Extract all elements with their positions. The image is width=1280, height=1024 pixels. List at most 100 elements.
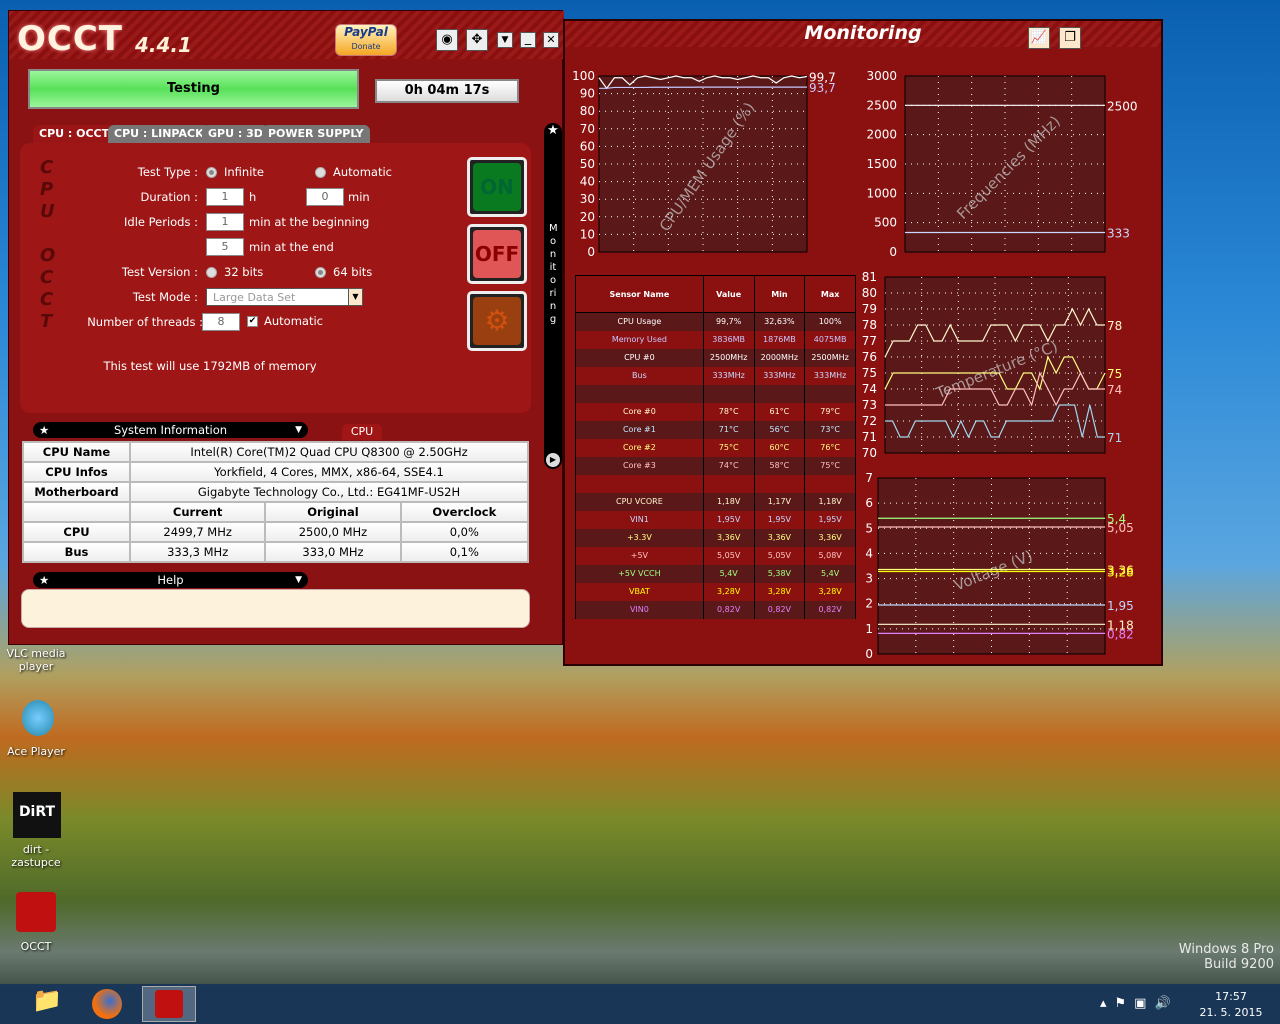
on-button[interactable]: ON [467, 157, 527, 217]
tab-cpu-info[interactable]: CPU [342, 424, 382, 440]
close-icon[interactable]: ✕ [543, 32, 559, 48]
monitoring-window: Monitoring 📈 ❐ Sensor Name Value Min Max… [563, 19, 1163, 666]
star-icon: ★ [39, 423, 50, 437]
camera-icon[interactable]: ◉ [436, 29, 458, 51]
table-row: CPU 2499,7 MHz 2500,0 MHz 0,0% [22, 521, 530, 543]
row-value: Intel(R) Core(TM)2 Quad CPU Q8300 @ 2.50… [129, 441, 529, 463]
threads-input[interactable]: 8 [202, 313, 240, 331]
hours-input[interactable]: 1 [206, 188, 244, 206]
side-letter: C [40, 157, 54, 178]
end-value-label: 78 [1107, 319, 1122, 333]
clock[interactable]: 17:57 21. 5. 2015 [1196, 989, 1266, 1021]
y-tick-label: 20 [580, 210, 595, 224]
dirt-icon: DiRT [13, 792, 61, 838]
threads-auto-checkbox[interactable]: ✔ [247, 316, 258, 327]
firefox-icon[interactable] [80, 986, 134, 1022]
y-tick-label: 3000 [866, 69, 897, 83]
chevron-down-icon[interactable]: ▼ [348, 289, 362, 305]
end-value-label: 0,82 [1107, 627, 1134, 641]
threads-label: Number of threads : [87, 315, 203, 329]
title-bar[interactable]: OCCT 4.4.1 PayPal Donate ◉ ✥ ▼ _ ✕ [9, 11, 564, 59]
side-letter: C [40, 289, 54, 310]
taskbar: 📁 ▴⚑▣🔊 17:57 21. 5. 2015 [0, 984, 1280, 1024]
tab-power-supply[interactable]: POWER SUPPLY [262, 125, 370, 143]
mode-label: Test Mode : [132, 290, 198, 304]
move-icon[interactable]: ✥ [466, 29, 488, 51]
y-tick-label: 4 [865, 546, 873, 560]
idle-begin-input[interactable]: 1 [206, 213, 244, 231]
off-button[interactable]: OFF [467, 224, 527, 284]
y-tick-label: 10 [580, 227, 595, 241]
y-tick-label: 5 [865, 521, 873, 535]
y-tick-label: 1500 [866, 157, 897, 171]
y-tick-label: 30 [580, 192, 595, 206]
minutes-input[interactable]: 0 [306, 188, 344, 206]
threads-auto-label: Automatic [264, 314, 323, 328]
cell: 2500,0 MHz [264, 521, 402, 543]
dropdown-icon[interactable]: ▼ [497, 32, 513, 48]
tab-cpu-occt[interactable]: CPU : OCCT [33, 125, 116, 143]
end-value-label: 2500 [1107, 99, 1138, 113]
y-tick-label: 70 [580, 122, 595, 136]
y-tick-label: 90 [580, 87, 595, 101]
minimize-icon[interactable]: _ [520, 32, 536, 48]
radio-infinite[interactable] [206, 167, 217, 178]
y-tick-label: 80 [580, 104, 595, 118]
y-tick-label: 71 [862, 430, 877, 444]
32bits-label: 32 bits [224, 265, 264, 279]
paypal-donate-button[interactable]: PayPal Donate [335, 24, 397, 56]
row-label: CPU Name [22, 441, 131, 463]
elapsed-timer: 0h 04m 17s [375, 79, 519, 103]
tab-gpu-3d[interactable]: GPU : 3D [202, 125, 269, 143]
occt-taskbar-button[interactable] [142, 986, 196, 1022]
idle-begin-text: min at the beginning [249, 215, 370, 229]
y-tick-label: 60 [580, 139, 595, 153]
desktop-icon-ace-player[interactable]: Ace Player [1, 745, 71, 758]
desktop-icon-dirt[interactable]: dirt - zastupce [1, 843, 71, 869]
chevron-down-icon[interactable]: ▼ [295, 572, 302, 588]
header-cell [22, 501, 131, 523]
arrow-right-icon[interactable]: ▶ [546, 453, 560, 467]
y-tick-label: 0 [587, 245, 595, 259]
tray-icons[interactable]: ▴⚑▣🔊 [1100, 996, 1179, 1011]
monitoring-charts: 0102030405060708090100CPU/MEM Usage (%)9… [572, 69, 1138, 661]
row-label: Motherboard [22, 481, 131, 503]
occt-logo: OCCT [17, 19, 123, 59]
64bits-label: 64 bits [333, 265, 373, 279]
table-row: CPU Name Intel(R) Core(TM)2 Quad CPU Q830… [22, 441, 529, 463]
idle-end-input[interactable]: 5 [206, 238, 244, 256]
y-tick-label: 50 [580, 157, 595, 171]
end-value-label: 1,95 [1107, 599, 1134, 613]
side-letter: P [40, 179, 54, 200]
monitoring-toggle-strip[interactable]: ★ Monitoring ▶ [544, 123, 562, 469]
help-bar[interactable]: ★ Help ▼ [33, 572, 308, 588]
file-explorer-icon[interactable]: 📁 [20, 986, 74, 1022]
minutes-unit: min [348, 190, 370, 204]
table-header-row: Current Original Overclock [22, 501, 530, 523]
star-icon: ★ [39, 573, 50, 587]
test-mode-select[interactable]: Large Data Set ▼ [206, 288, 363, 306]
windows-watermark: Windows 8 Pro Build 9200 [1178, 942, 1274, 972]
end-value-label: 333 [1107, 226, 1130, 240]
tab-cpu-linpack[interactable]: CPU : LINPACK [108, 125, 210, 143]
settings-button[interactable]: ⚙ [467, 291, 527, 351]
system-info-title: System Information [113, 423, 228, 437]
y-tick-label: 80 [862, 286, 877, 300]
radio-32bits[interactable] [206, 267, 217, 278]
radio-automatic[interactable] [315, 167, 326, 178]
desktop-icon-vlc[interactable]: VLC media player [1, 647, 71, 673]
y-tick-label: 73 [862, 398, 877, 412]
end-value-label: 74 [1107, 383, 1122, 397]
cell: 333,0 MHz [264, 541, 402, 563]
chevron-down-icon[interactable]: ▼ [295, 422, 302, 438]
desktop-icon-occt[interactable]: OCCT [1, 940, 71, 953]
system-info-bar[interactable]: ★ System Information ▼ [33, 422, 308, 438]
radio-64bits[interactable] [315, 267, 326, 278]
y-tick-label: 74 [862, 382, 877, 396]
version-label: 4.4.1 [135, 33, 192, 57]
header-cell: Original [264, 501, 402, 523]
header-cell: Current [128, 501, 267, 523]
y-tick-label: 76 [862, 350, 877, 364]
row-value: Yorkfield, 4 Cores, MMX, x86-64, SSE4.1 [129, 461, 529, 483]
y-tick-label: 75 [862, 366, 877, 380]
